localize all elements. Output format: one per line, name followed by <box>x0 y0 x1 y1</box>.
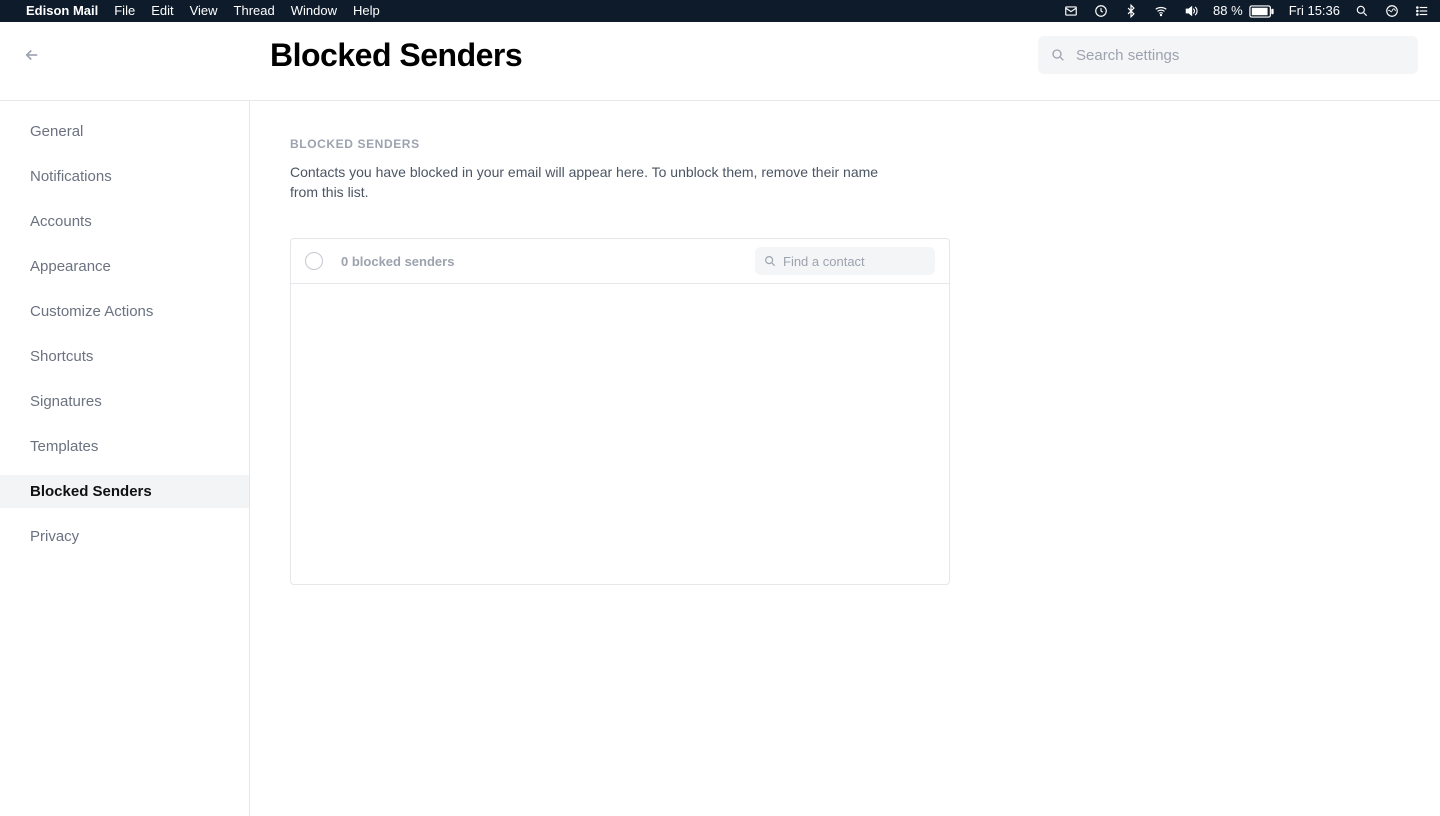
spotlight-icon[interactable] <box>1354 4 1370 18</box>
wifi-icon[interactable] <box>1153 4 1169 18</box>
sidebar-item-accounts[interactable]: Accounts <box>0 205 249 238</box>
search-icon <box>763 254 777 268</box>
battery-status[interactable]: 88 % <box>1213 0 1275 22</box>
sidebar-item-label: Appearance <box>30 258 111 275</box>
sidebar-item-blocked-senders[interactable]: Blocked Senders <box>0 475 249 508</box>
timemachine-icon[interactable] <box>1093 4 1109 18</box>
menubar-window[interactable]: Window <box>291 0 337 22</box>
settings-main: BLOCKED SENDERS Contacts you have blocke… <box>250 101 1440 816</box>
macos-menubar: Edison Mail File Edit View Thread Window… <box>0 0 1440 22</box>
menubar-view[interactable]: View <box>190 0 218 22</box>
sidebar-item-label: General <box>30 123 83 140</box>
menubar-clock[interactable]: Fri 15:36 <box>1289 0 1340 22</box>
page-title: Blocked Senders <box>270 37 522 74</box>
menubar-file[interactable]: File <box>114 0 135 22</box>
siri-icon[interactable] <box>1384 4 1400 18</box>
blocked-count: 0 blocked senders <box>341 254 454 269</box>
bluetooth-icon[interactable] <box>1123 4 1139 18</box>
menubar-help[interactable]: Help <box>353 0 380 22</box>
section-label: BLOCKED SENDERS <box>290 137 1400 151</box>
volume-icon[interactable] <box>1183 4 1199 18</box>
settings-search[interactable] <box>1038 36 1418 74</box>
sidebar-item-customize-actions[interactable]: Customize Actions <box>0 295 249 328</box>
sidebar-item-general[interactable]: General <box>0 115 249 148</box>
select-all-checkbox[interactable] <box>305 252 323 270</box>
sidebar-item-label: Templates <box>30 438 98 455</box>
sidebar-item-label: Accounts <box>30 213 92 230</box>
sidebar-item-privacy[interactable]: Privacy <box>0 520 249 553</box>
contact-search[interactable] <box>755 247 935 275</box>
settings-search-input[interactable] <box>1076 47 1406 64</box>
sidebar-item-templates[interactable]: Templates <box>0 430 249 463</box>
section-description: Contacts you have blocked in your email … <box>290 163 880 202</box>
back-button[interactable] <box>22 45 42 65</box>
blocked-senders-list <box>291 284 949 584</box>
mail-status-icon[interactable] <box>1063 4 1079 18</box>
panel-header: 0 blocked senders <box>291 239 949 284</box>
search-icon <box>1050 47 1066 63</box>
sidebar-item-label: Privacy <box>30 528 79 545</box>
sidebar-item-appearance[interactable]: Appearance <box>0 250 249 283</box>
contact-search-input[interactable] <box>783 254 927 269</box>
sidebar-item-notifications[interactable]: Notifications <box>0 160 249 193</box>
sidebar-item-signatures[interactable]: Signatures <box>0 385 249 418</box>
menubar-edit[interactable]: Edit <box>151 0 173 22</box>
menubar-app-name[interactable]: Edison Mail <box>26 0 98 22</box>
sidebar-item-label: Blocked Senders <box>30 483 152 500</box>
sidebar-item-label: Signatures <box>30 393 102 410</box>
menubar-thread[interactable]: Thread <box>234 0 275 22</box>
settings-sidebar: General Notifications Accounts Appearanc… <box>0 101 250 816</box>
sidebar-item-label: Notifications <box>30 168 112 185</box>
settings-header: Blocked Senders <box>0 22 1440 101</box>
notification-center-icon[interactable] <box>1414 4 1430 18</box>
blocked-senders-panel: 0 blocked senders <box>290 238 950 585</box>
battery-percent: 88 % <box>1213 0 1243 22</box>
sidebar-item-label: Shortcuts <box>30 348 93 365</box>
sidebar-item-label: Customize Actions <box>30 303 153 320</box>
sidebar-item-shortcuts[interactable]: Shortcuts <box>0 340 249 373</box>
